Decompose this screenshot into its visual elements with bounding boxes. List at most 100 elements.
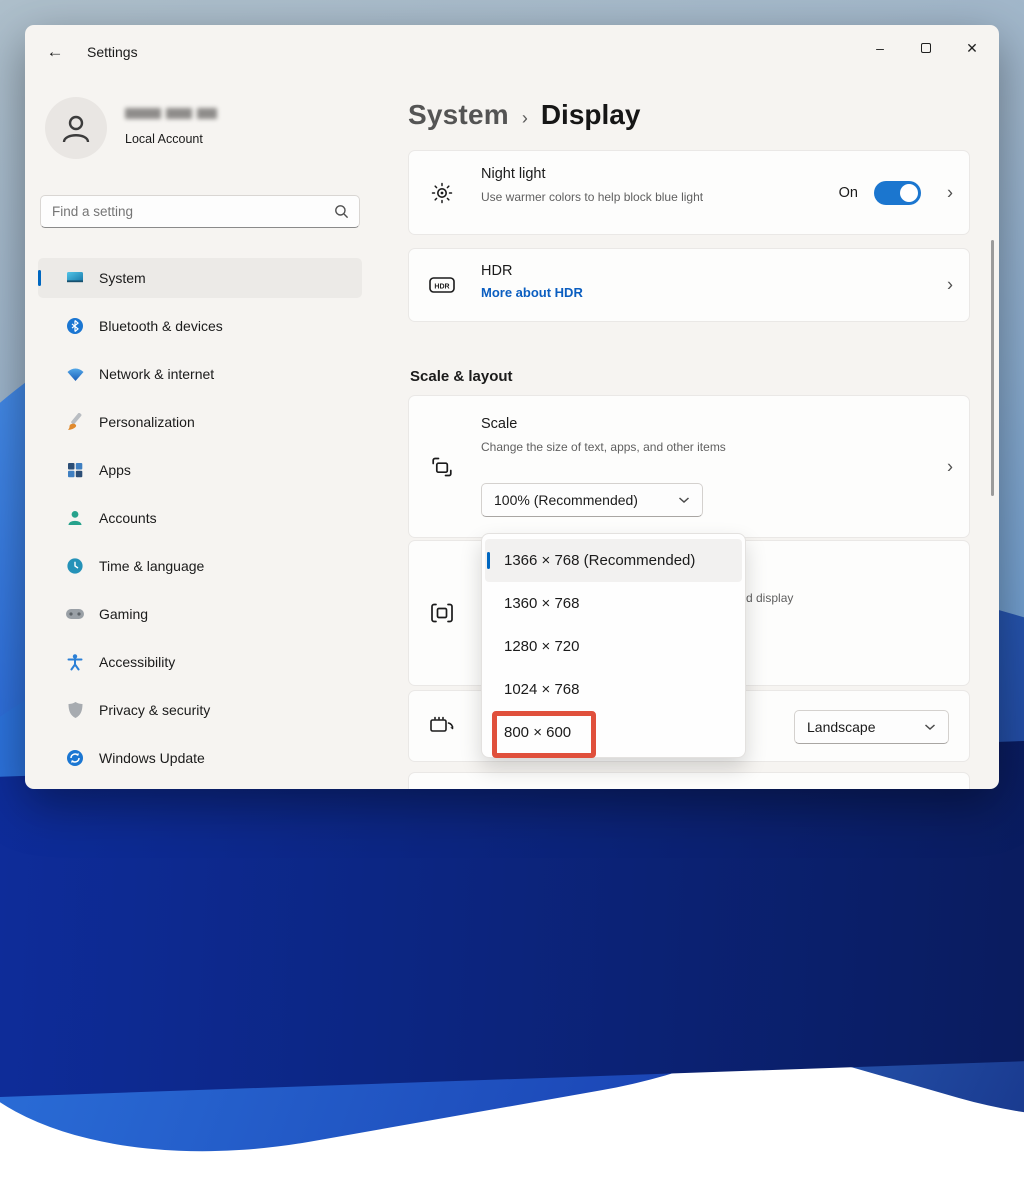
chevron-down-icon bbox=[678, 496, 690, 504]
breadcrumb-system[interactable]: System bbox=[408, 99, 509, 131]
account-type-label: Local Account bbox=[125, 132, 203, 146]
apps-icon bbox=[65, 460, 85, 480]
night-light-toggle[interactable] bbox=[874, 181, 921, 205]
scale-card[interactable]: Scale Change the size of text, apps, and… bbox=[408, 395, 970, 538]
back-button[interactable]: ← bbox=[39, 37, 71, 67]
sidebar-item-label: System bbox=[99, 270, 146, 286]
scale-title: Scale bbox=[481, 416, 517, 432]
sidebar-item-windows-update[interactable]: Windows Update bbox=[38, 738, 362, 778]
scale-icon bbox=[429, 455, 455, 479]
wallpaper-bloom-petal bbox=[0, 737, 1024, 1099]
sidebar-item-label: Windows Update bbox=[99, 750, 205, 766]
hdr-more-link[interactable]: More about HDR bbox=[481, 285, 583, 300]
resolution-dropdown-menu: 1366 × 768 (Recommended) 1360 × 768 1280… bbox=[481, 533, 746, 758]
scale-select[interactable]: 100% (Recommended) bbox=[481, 483, 703, 517]
sidebar-item-personalization[interactable]: Personalization bbox=[38, 402, 362, 442]
sidebar-item-label: Bluetooth & devices bbox=[99, 318, 223, 334]
avatar[interactable] bbox=[45, 97, 107, 159]
section-header-scale-layout: Scale & layout bbox=[410, 368, 513, 385]
resolution-option-1360x768[interactable]: 1360 × 768 bbox=[482, 582, 745, 625]
bluetooth-icon bbox=[65, 316, 85, 336]
sidebar-item-label: Accounts bbox=[99, 510, 157, 526]
sidebar-item-privacy-security[interactable]: Privacy & security bbox=[38, 690, 362, 730]
sidebar-item-label: Time & language bbox=[99, 558, 204, 574]
sidebar-item-accessibility[interactable]: Accessibility bbox=[38, 642, 362, 682]
sidebar-item-label: Accessibility bbox=[99, 654, 175, 670]
person-icon bbox=[59, 111, 93, 145]
hdr-icon: HDR bbox=[429, 276, 455, 294]
vertical-scrollbar[interactable] bbox=[991, 240, 994, 496]
breadcrumb-separator-icon: › bbox=[522, 108, 528, 129]
sidebar-item-label: Network & internet bbox=[99, 366, 214, 382]
sidebar-item-gaming[interactable]: Gaming bbox=[38, 594, 362, 634]
night-light-card[interactable]: Night light Use warmer colors to help bl… bbox=[408, 150, 970, 235]
sidebar-item-label: Gaming bbox=[99, 606, 148, 622]
resolution-option-1024x768[interactable]: 1024 × 768 bbox=[482, 668, 745, 711]
account-name-redacted bbox=[125, 108, 217, 119]
sidebar-nav: System Bluetooth & devices Network & int… bbox=[38, 258, 362, 786]
resolution-description-fragment: d display bbox=[746, 591, 793, 605]
night-light-controls: On bbox=[839, 181, 921, 205]
window-controls: – ✕ bbox=[857, 31, 995, 65]
scale-select-value: 100% (Recommended) bbox=[494, 492, 638, 508]
clock-icon bbox=[65, 556, 85, 576]
close-button[interactable]: ✕ bbox=[949, 31, 995, 65]
search-icon[interactable] bbox=[334, 204, 349, 219]
resolution-option-1366x768[interactable]: 1366 × 768 (Recommended) bbox=[485, 539, 742, 582]
sidebar-item-bluetooth-devices[interactable]: Bluetooth & devices bbox=[38, 306, 362, 346]
page-title: Display bbox=[541, 99, 641, 131]
chevron-down-icon bbox=[924, 723, 936, 731]
sidebar-item-label: Apps bbox=[99, 462, 131, 478]
breadcrumb: System › Display bbox=[408, 99, 640, 131]
shield-icon bbox=[65, 700, 85, 720]
chevron-right-icon[interactable]: › bbox=[947, 182, 953, 203]
sidebar-item-accounts[interactable]: Accounts bbox=[38, 498, 362, 538]
settings-window: ← Settings – ✕ Local Account bbox=[25, 25, 999, 789]
minimize-button[interactable]: – bbox=[857, 31, 903, 65]
maximize-icon bbox=[921, 43, 931, 53]
close-icon: ✕ bbox=[966, 40, 978, 57]
option-label: 1280 × 720 bbox=[504, 638, 580, 655]
search-box bbox=[40, 195, 360, 228]
chevron-right-icon[interactable]: › bbox=[947, 456, 953, 477]
resolution-option-1280x720[interactable]: 1280 × 720 bbox=[482, 625, 745, 668]
selection-accent-bar bbox=[487, 552, 490, 569]
accounts-icon bbox=[65, 508, 85, 528]
window-title: Settings bbox=[87, 44, 138, 60]
hdr-title: HDR bbox=[481, 263, 512, 279]
option-label: 1024 × 768 bbox=[504, 681, 580, 698]
accessibility-icon bbox=[65, 652, 85, 672]
back-arrow-icon: ← bbox=[47, 42, 64, 62]
sidebar-item-time-language[interactable]: Time & language bbox=[38, 546, 362, 586]
orientation-select[interactable]: Landscape bbox=[794, 710, 949, 744]
night-light-title: Night light bbox=[481, 166, 545, 182]
night-light-description: Use warmer colors to help block blue lig… bbox=[481, 188, 711, 207]
sidebar-item-network-internet[interactable]: Network & internet bbox=[38, 354, 362, 394]
maximize-button[interactable] bbox=[903, 31, 949, 65]
sidebar-item-apps[interactable]: Apps bbox=[38, 450, 362, 490]
system-icon bbox=[65, 268, 85, 288]
update-icon bbox=[65, 748, 85, 768]
scale-description: Change the size of text, apps, and other… bbox=[481, 438, 726, 457]
minimize-icon: – bbox=[876, 40, 884, 56]
orientation-select-value: Landscape bbox=[807, 719, 876, 735]
option-label: 1366 × 768 (Recommended) bbox=[504, 552, 695, 569]
resolution-option-800x600[interactable]: 800 × 600 bbox=[482, 711, 745, 754]
sidebar-item-label: Privacy & security bbox=[99, 702, 210, 718]
hdr-card[interactable]: HDR HDR More about HDR › bbox=[408, 248, 970, 322]
night-light-icon bbox=[429, 181, 455, 205]
svg-text:HDR: HDR bbox=[434, 284, 449, 291]
sidebar-item-label: Personalization bbox=[99, 414, 195, 430]
sidebar-item-system[interactable]: System bbox=[38, 258, 362, 298]
partial-card[interactable] bbox=[408, 772, 970, 789]
night-light-status: On bbox=[839, 185, 858, 201]
option-label: 800 × 600 bbox=[504, 724, 571, 741]
wifi-icon bbox=[65, 364, 85, 384]
resolution-icon bbox=[429, 602, 455, 624]
chevron-right-icon[interactable]: › bbox=[947, 275, 953, 296]
selection-accent-bar bbox=[38, 270, 41, 286]
orientation-icon bbox=[429, 715, 455, 737]
search-input[interactable] bbox=[41, 204, 334, 219]
toggle-knob bbox=[900, 184, 918, 202]
option-label: 1360 × 768 bbox=[504, 595, 580, 612]
